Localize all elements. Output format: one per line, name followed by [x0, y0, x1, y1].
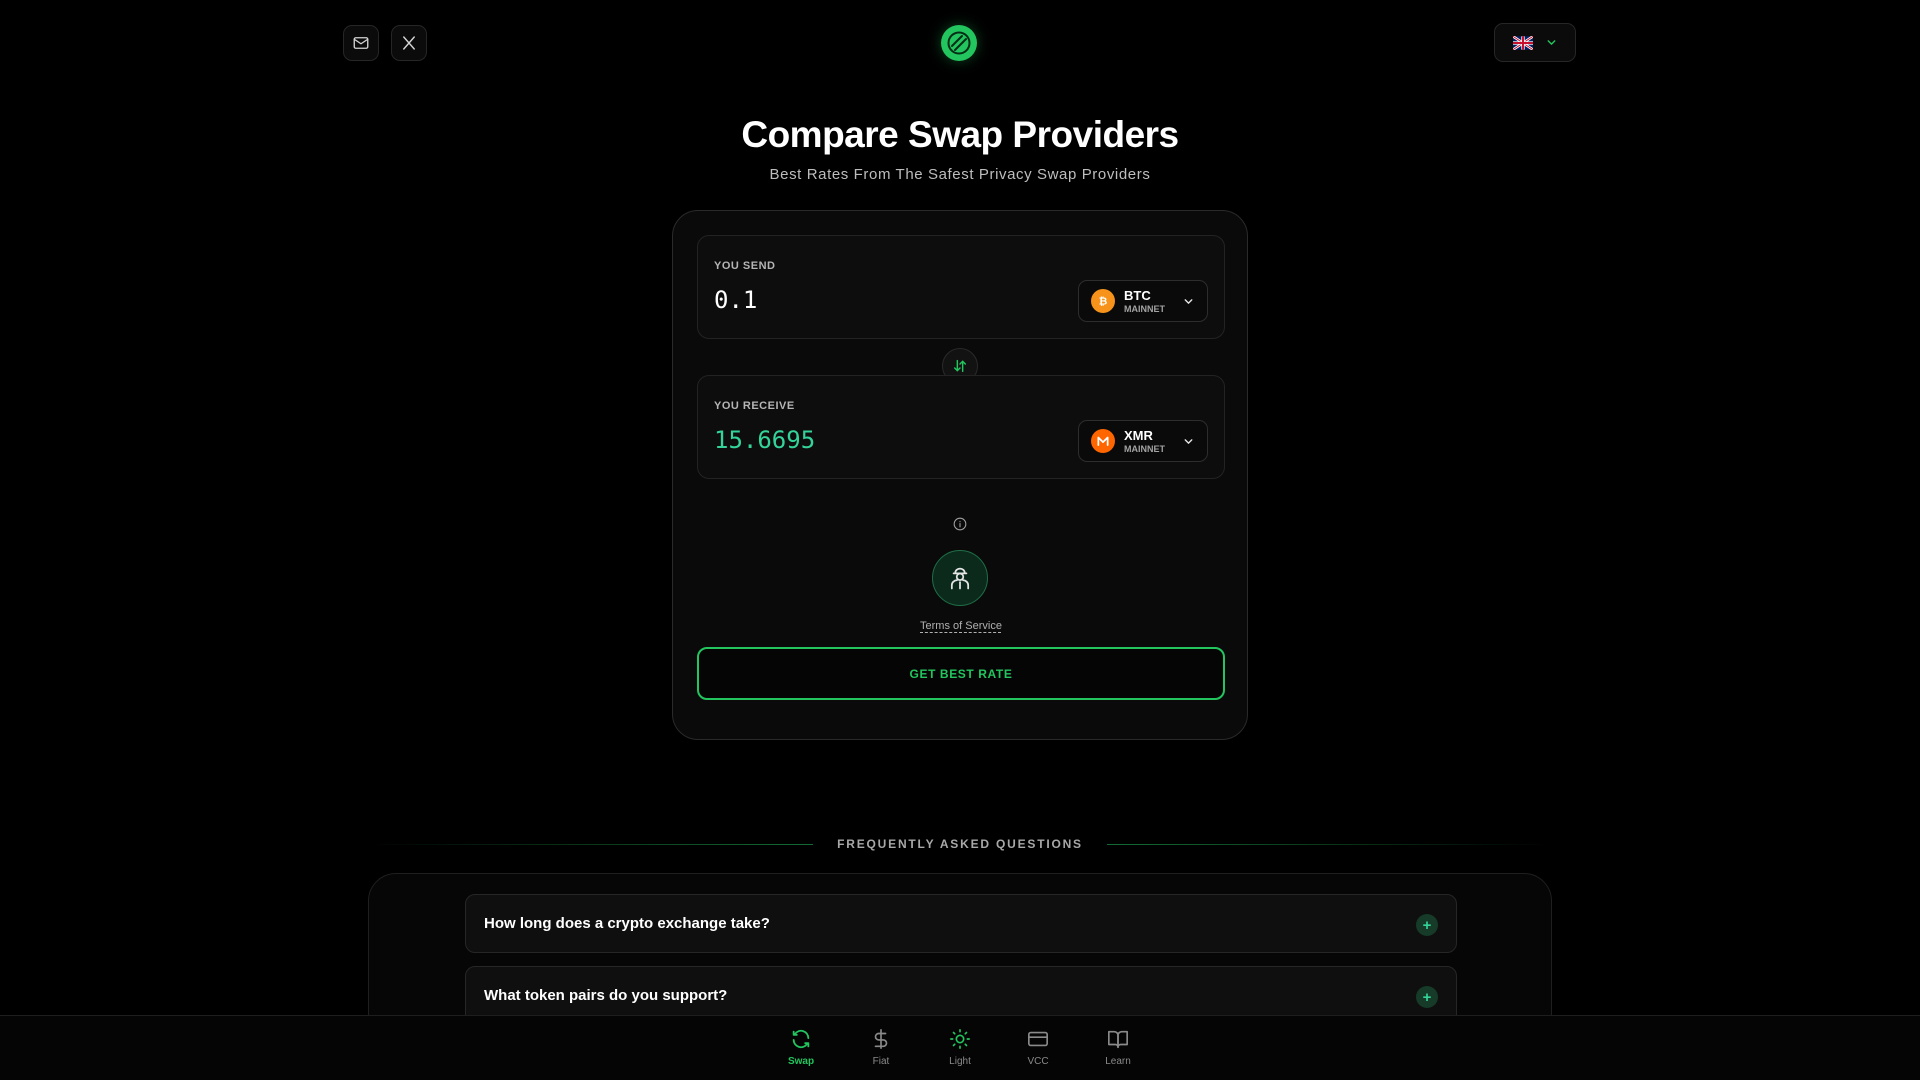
send-field: YOU SEND 0.1 ₿ BTC MAINNET — [697, 235, 1225, 339]
chevron-down-icon — [1184, 439, 1193, 444]
page-title: Compare Swap Providers — [741, 114, 1179, 155]
x-social-button[interactable] — [391, 25, 427, 61]
top-bar — [0, 0, 1920, 86]
terms-of-service-link[interactable]: Terms of Service — [920, 620, 1002, 632]
terms-of-service: Terms of Service — [673, 620, 1249, 632]
nav-item-vcc[interactable]: VCC — [1008, 1028, 1068, 1067]
send-label: YOU SEND — [714, 260, 776, 272]
faq-divider — [368, 843, 814, 845]
send-amount-input[interactable]: 0.1 — [714, 286, 757, 314]
uk-flag-icon — [1512, 35, 1533, 50]
faq-divider — [1106, 843, 1553, 845]
btc-coin-icon: ₿ — [1091, 289, 1115, 313]
dollar-icon — [874, 1029, 888, 1049]
svg-text:₿: ₿ — [1099, 296, 1108, 308]
info-icon[interactable] — [953, 517, 967, 531]
refresh-swap-icon — [792, 1029, 810, 1049]
receive-token-network: MAINNET — [1124, 443, 1165, 454]
contact-button[interactable] — [343, 25, 379, 61]
bottom-navigation: Swap Fiat Light VCC Learn — [0, 1015, 1920, 1080]
page-subtitle: Best Rates From The Safest Privacy Swap … — [769, 166, 1151, 183]
nav-item-light[interactable]: Light — [930, 1028, 990, 1067]
language-selector[interactable] — [1494, 23, 1576, 62]
xmr-coin-icon — [1091, 429, 1115, 453]
chevron-down-icon — [1547, 40, 1555, 45]
monero-glyph-icon — [1097, 436, 1109, 446]
expand-plus-icon[interactable]: + — [1416, 914, 1438, 936]
receive-token-symbol: XMR — [1124, 427, 1153, 443]
x-logo-icon — [403, 36, 415, 50]
nav-item-fiat[interactable]: Fiat — [851, 1028, 911, 1067]
swap-arrows-icon — [953, 359, 967, 373]
chevron-down-icon — [1184, 299, 1193, 304]
receive-label: YOU RECEIVE — [714, 400, 795, 412]
nav-label-light: Light — [949, 1056, 971, 1067]
faq-title: FREQUENTLY ASKED QUESTIONS — [837, 837, 1083, 851]
nav-item-swap[interactable]: Swap — [771, 1028, 831, 1067]
receive-amount: 15.6695 — [714, 426, 816, 454]
faq-question: What token pairs do you support? — [484, 987, 728, 1004]
nav-label-fiat: Fiat — [872, 1056, 890, 1067]
credit-card-icon — [1028, 1031, 1048, 1047]
brand-logo[interactable] — [941, 25, 977, 61]
nav-label-vcc: VCC — [1027, 1056, 1049, 1067]
incognito-user-icon — [950, 567, 970, 590]
receive-field: YOU RECEIVE 15.6695 XMR MAINNET — [697, 375, 1225, 479]
faq-header: FREQUENTLY ASKED QUESTIONS — [368, 836, 1553, 852]
get-best-rate-button[interactable]: GET BEST RATE — [697, 647, 1225, 700]
nav-label-swap: Swap — [787, 1056, 815, 1067]
send-token-symbol: BTC — [1124, 287, 1151, 303]
nav-label-learn: Learn — [1105, 1056, 1131, 1067]
send-token-selector[interactable]: ₿ BTC MAINNET — [1078, 280, 1208, 322]
bitcoin-glyph-icon: ₿ — [1099, 296, 1108, 308]
faq-item[interactable]: How long does a crypto exchange take? + — [465, 894, 1457, 953]
swap-card: YOU SEND 0.1 ₿ BTC MAINNET YOU RECEIVE 1… — [672, 210, 1248, 740]
book-icon — [1108, 1030, 1128, 1049]
receive-token-selector[interactable]: XMR MAINNET — [1078, 420, 1208, 462]
sun-icon — [950, 1029, 970, 1049]
mail-icon — [353, 37, 369, 49]
nav-item-learn[interactable]: Learn — [1088, 1028, 1148, 1067]
provider-avatar[interactable] — [932, 550, 988, 606]
send-token-network: MAINNET — [1124, 303, 1165, 314]
faq-question: How long does a crypto exchange take? — [484, 915, 770, 932]
brand-logo-icon — [947, 31, 971, 55]
expand-plus-icon[interactable]: + — [1416, 986, 1438, 1008]
